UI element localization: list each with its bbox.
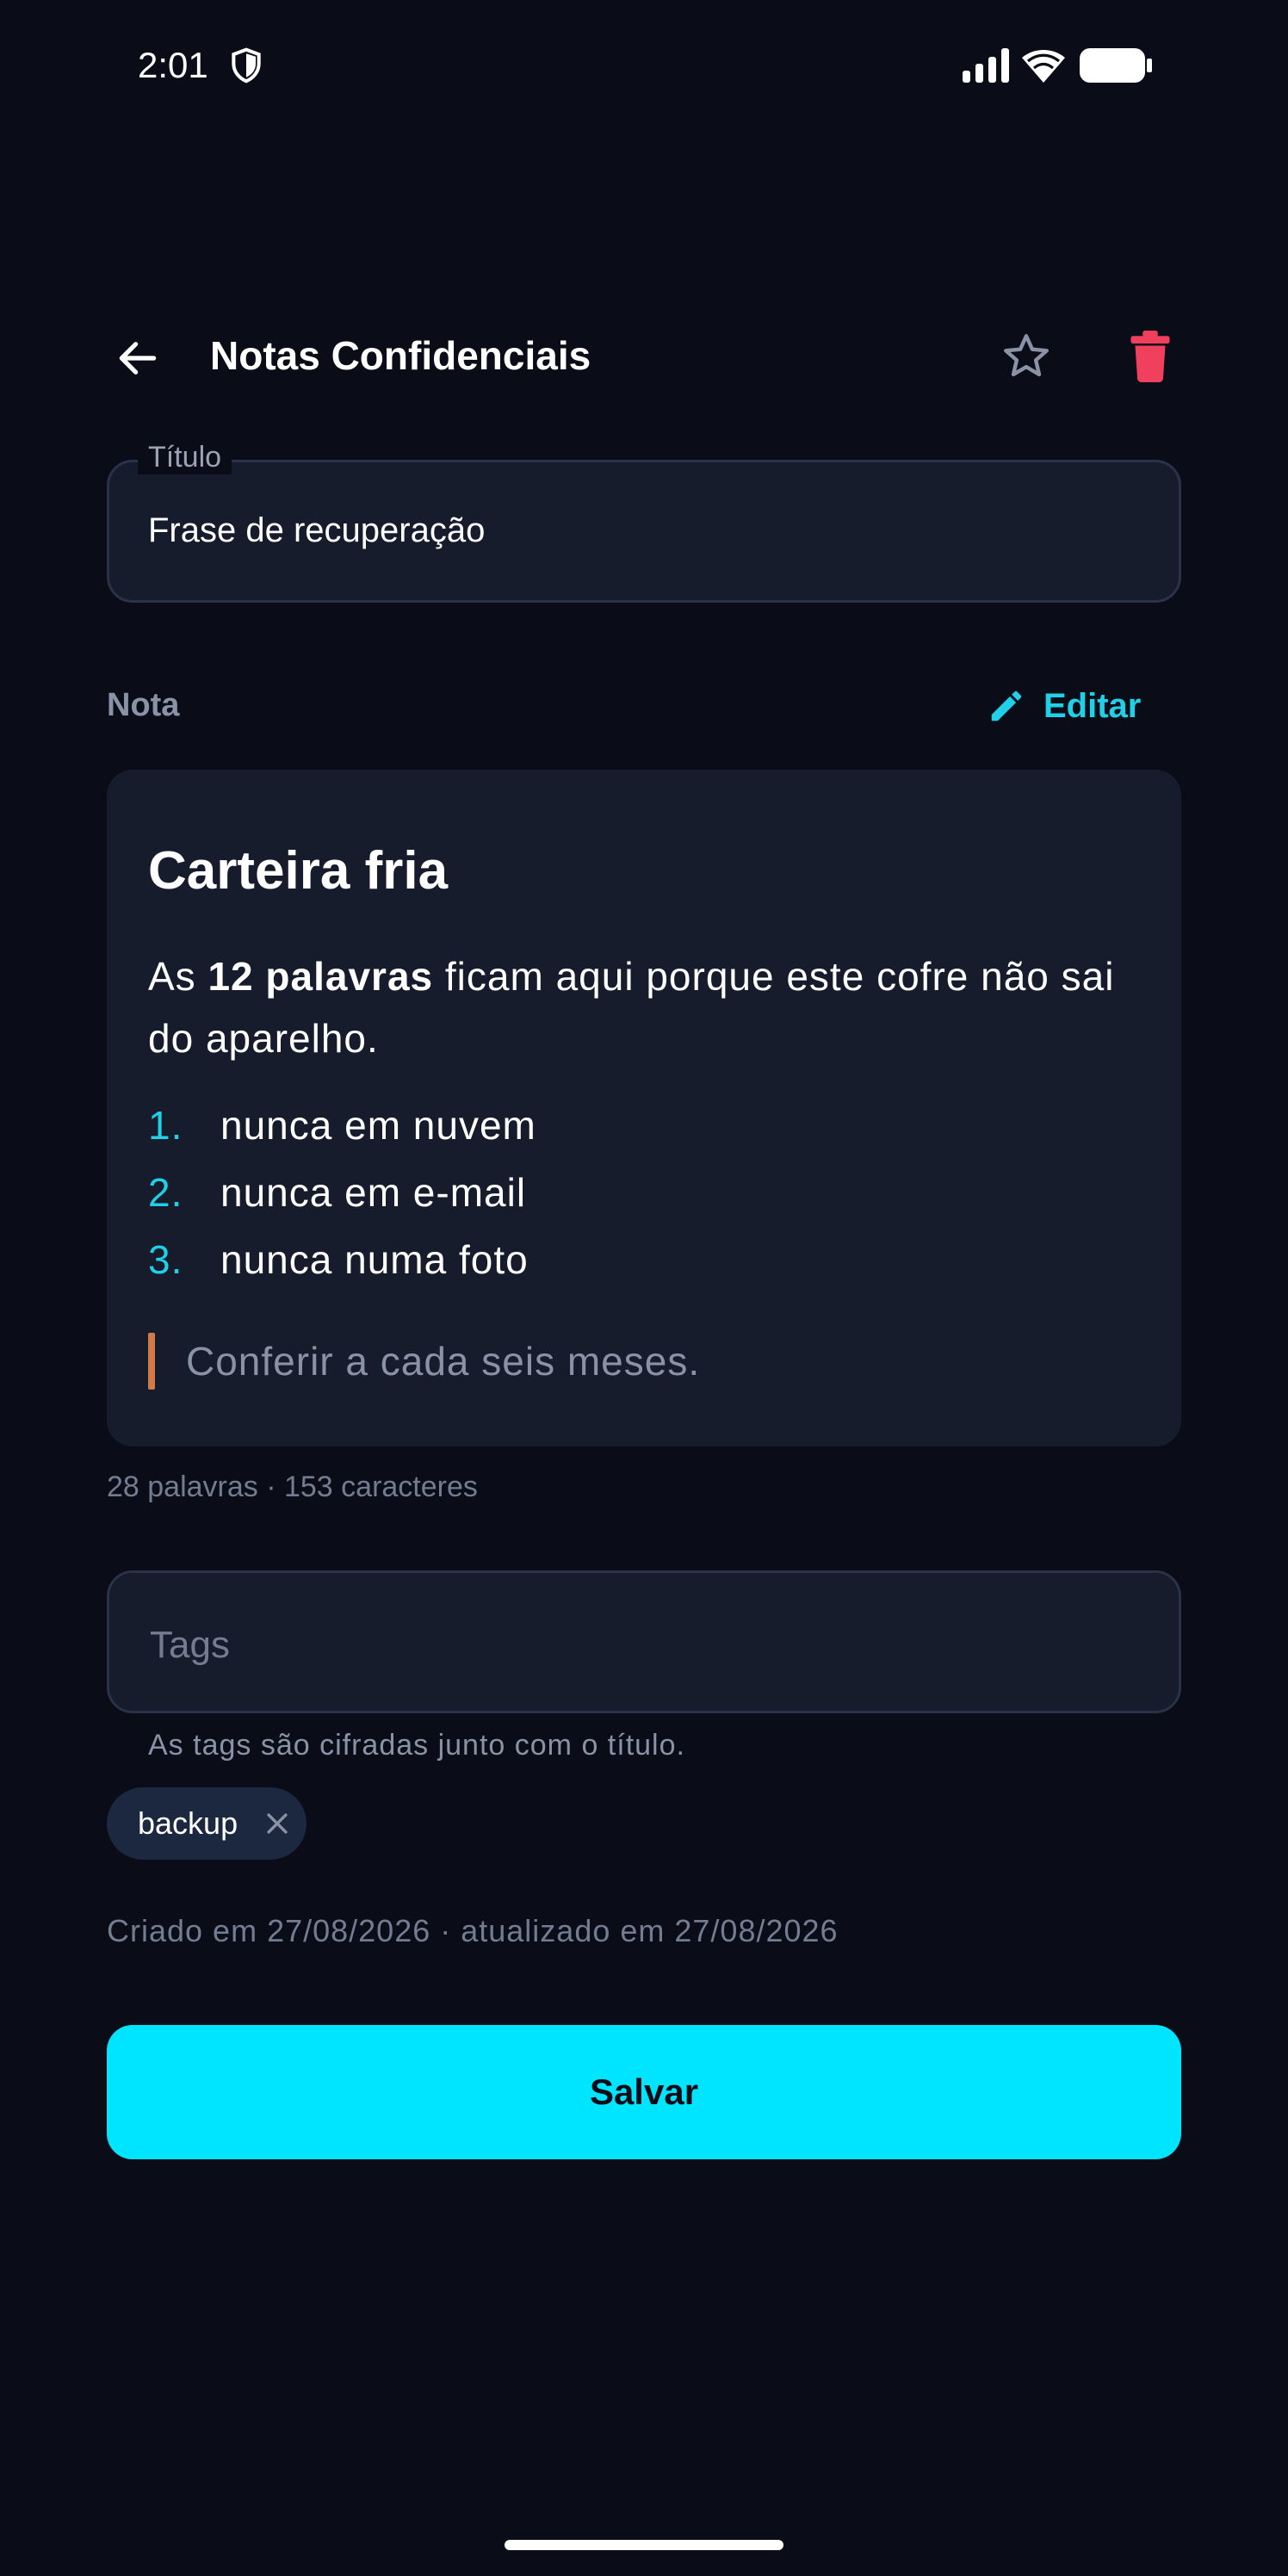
- list-item-text: nunca numa foto: [220, 1237, 529, 1282]
- list-item-number: 2.: [148, 1170, 183, 1215]
- back-button[interactable]: [107, 327, 169, 389]
- close-icon: [267, 1813, 288, 1834]
- title-field-value[interactable]: Frase de recuperação: [148, 511, 485, 550]
- list-item: 2. nunca em e-mail: [148, 1169, 526, 1216]
- delete-button[interactable]: [1119, 325, 1181, 387]
- blockquote-bar: [148, 1333, 155, 1390]
- note-paragraph: As 12 palavras ficam aqui porque este co…: [148, 945, 1130, 1069]
- list-item: 1. nunca em nuvem: [148, 1102, 536, 1149]
- note-paragraph-bold: 12 palavras: [207, 954, 434, 999]
- list-item-number: 1.: [148, 1103, 183, 1148]
- note-section-label: Nota: [107, 687, 180, 723]
- created-updated-dates: Criado em 27/08/2026 · atualizado em 27/…: [107, 1913, 839, 1948]
- arrow-left-icon: [119, 342, 157, 375]
- star-outline-icon: [1004, 334, 1049, 377]
- save-button[interactable]: Salvar: [107, 2025, 1181, 2159]
- title-field-label: Título: [138, 441, 232, 474]
- tags-input[interactable]: [148, 1619, 1150, 1672]
- list-item: 3. nunca numa foto: [148, 1236, 529, 1283]
- pencil-icon: [991, 690, 1022, 721]
- tag-chip-label: backup: [138, 1805, 238, 1841]
- edit-label: Editar: [1043, 686, 1142, 725]
- note-editor-screen: 2:01 Notas Confidenciais Título Frase de…: [0, 0, 1288, 2576]
- word-char-count: 28 palavras · 153 caracteres: [107, 1471, 478, 1503]
- list-item-text: nunca em nuvem: [220, 1103, 536, 1148]
- page-title: Notas Confidenciais: [210, 333, 591, 378]
- home-indicator[interactable]: [505, 2540, 783, 2550]
- trash-icon: [1130, 331, 1170, 382]
- wifi-icon: [1022, 50, 1065, 83]
- list-item-number: 3.: [148, 1237, 183, 1282]
- tag-chip[interactable]: backup: [107, 1787, 307, 1860]
- tags-helper-text: As tags são cifradas junto com o título.: [148, 1729, 685, 1762]
- battery-icon: [1080, 48, 1152, 83]
- signal-icon: [963, 48, 1009, 83]
- edit-note-button[interactable]: Editar: [987, 680, 1141, 732]
- blockquote-text: Conferir a cada seis meses.: [186, 1339, 701, 1384]
- favorite-button[interactable]: [995, 325, 1057, 387]
- save-button-label: Salvar: [589, 2071, 699, 2112]
- tag-chip-remove-button[interactable]: [260, 1806, 294, 1841]
- list-item-text: nunca em e-mail: [220, 1170, 527, 1215]
- status-time: 2:01: [138, 45, 208, 85]
- note-heading: Carteira fria: [148, 841, 449, 901]
- shield-icon: [232, 47, 261, 84]
- note-paragraph-prefix: As: [148, 954, 208, 999]
